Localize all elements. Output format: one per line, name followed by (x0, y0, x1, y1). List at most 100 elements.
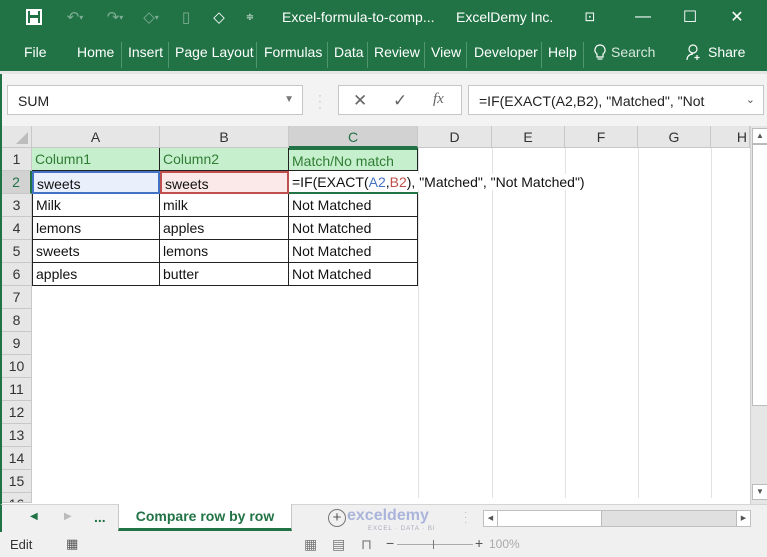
cell-a1[interactable]: Column1 (32, 148, 160, 171)
cell-c2-editing[interactable]: =IF(EXACT(A2,B2), "Matched", "Not Matche… (289, 171, 585, 194)
row-header-13[interactable]: 13 (2, 424, 32, 447)
normal-view-icon[interactable]: ▦ (304, 536, 317, 553)
row-header-5[interactable]: 5 (2, 240, 32, 263)
cell-b6[interactable]: butter (160, 263, 289, 286)
tab-review[interactable]: Review (374, 44, 420, 60)
row-header-1[interactable]: 1 (2, 148, 32, 171)
row-header-12[interactable]: 12 (2, 401, 32, 424)
more-sheets-button[interactable]: ... (94, 509, 106, 525)
customize-icon[interactable]: ≑ (244, 6, 256, 28)
cell-b4[interactable]: apples (160, 217, 289, 240)
redo-icon[interactable]: ↷ ▾ (98, 6, 132, 28)
tab-formulas[interactable]: Formulas (264, 44, 322, 60)
cell-a4[interactable]: lemons (32, 217, 160, 240)
macro-recording-icon[interactable]: ▦ (66, 536, 78, 552)
insert-function-icon[interactable]: fx (433, 91, 444, 108)
scroll-right-button[interactable]: ▶ (736, 511, 750, 526)
horizontal-scrollbar[interactable]: ◀ ▶ (483, 510, 751, 527)
formula-buttons: ✕ ✓ fx (338, 85, 462, 115)
minimize-button[interactable]: — (628, 4, 658, 30)
page-layout-view-icon[interactable]: ▤ (332, 536, 345, 553)
save-icon[interactable] (24, 6, 44, 28)
zoom-in-button[interactable]: + (475, 535, 483, 551)
horizontal-scroll-thumb[interactable] (498, 511, 602, 526)
cell-c4[interactable]: Not Matched (289, 217, 418, 240)
row-header-7[interactable]: 7 (2, 286, 32, 309)
share-button[interactable]: Share (686, 44, 745, 64)
cancel-icon[interactable]: ✕ (353, 91, 367, 111)
scroll-up-button[interactable]: ▲ (752, 128, 767, 144)
undo-icon[interactable]: ↶ ▾ (58, 6, 92, 28)
cell-b2[interactable]: sweets (160, 171, 289, 194)
cell-c1[interactable]: Match/No match (289, 148, 418, 171)
close-button[interactable]: ✕ (722, 4, 752, 30)
column-header-c[interactable]: C (289, 126, 418, 148)
cell-a5[interactable]: sweets (32, 240, 160, 263)
cell-b5[interactable]: lemons (160, 240, 289, 263)
vertical-scrollbar[interactable]: ▲ ▼ (750, 126, 767, 504)
tab-page-layout[interactable]: Page Layout (175, 44, 254, 60)
tab-home[interactable]: Home (77, 44, 114, 60)
row-header-6[interactable]: 6 (2, 263, 32, 286)
column-header-e[interactable]: E (492, 126, 565, 148)
search-button[interactable]: Search (594, 44, 655, 64)
formula-input[interactable]: =IF(EXACT(A2,B2), "Matched", "Not ⌄ (468, 85, 764, 115)
tab-file[interactable]: File (24, 44, 47, 60)
zoom-slider[interactable] (397, 544, 473, 545)
enter-icon[interactable]: ✓ (393, 91, 407, 111)
title-bar: ↶ ▾ ↷ ▾ ◇ ▾ ▯ ◇ ≑ Excel-formula-to-comp... … (0, 0, 767, 34)
row-header-11[interactable]: 11 (2, 378, 32, 401)
scroll-down-button[interactable]: ▼ (752, 484, 767, 500)
vertical-scroll-thumb[interactable] (752, 144, 767, 406)
cell-b3[interactable]: milk (160, 194, 289, 217)
cell-a2[interactable]: sweets (32, 171, 160, 194)
tab-help[interactable]: Help (548, 44, 577, 60)
tab-split-handle[interactable]: · · · (464, 508, 467, 528)
zoom-slider-thumb[interactable] (433, 540, 434, 549)
row-header-15[interactable]: 15 (2, 470, 32, 493)
column-header-d[interactable]: D (418, 126, 492, 148)
cell-a6[interactable]: apples (32, 263, 160, 286)
cell-a3[interactable]: Milk (32, 194, 160, 217)
cell-c3[interactable]: Not Matched (289, 194, 418, 217)
zoom-out-button[interactable]: − (386, 535, 394, 551)
add-sheet-button[interactable]: + (328, 509, 346, 527)
formula-text: =IF(EXACT(A2,B2), "Matched", "Not (479, 93, 705, 109)
cell-b1[interactable]: Column2 (160, 148, 289, 171)
row-header-4[interactable]: 4 (2, 217, 32, 240)
tab-insert[interactable]: Insert (128, 44, 163, 60)
tab-view[interactable]: View (431, 44, 461, 60)
cell-c5[interactable]: Not Matched (289, 240, 418, 263)
column-header-a[interactable]: A (32, 126, 160, 148)
shapes-icon[interactable]: ◇ (208, 6, 230, 28)
shapes-icon[interactable]: ◇ ▾ (134, 6, 168, 28)
tab-developer[interactable]: Developer (474, 44, 538, 60)
sheet-tab-compare-row-by-row[interactable]: Compare row by row (118, 504, 292, 531)
row-header-9[interactable]: 9 (2, 332, 32, 355)
zoom-level[interactable]: 100% (489, 537, 520, 551)
name-box[interactable]: SUM ▼ (7, 85, 303, 115)
chevron-down-icon[interactable]: ▼ (284, 94, 294, 105)
row-header-3[interactable]: 3 (2, 194, 32, 217)
row-header-8[interactable]: 8 (2, 309, 32, 332)
column-header-f[interactable]: F (565, 126, 638, 148)
expand-formula-icon[interactable]: ⌄ (746, 93, 755, 106)
column-header-b[interactable]: B (160, 126, 289, 148)
prev-sheet-icon[interactable]: ◀ (30, 511, 38, 522)
column-header-h[interactable]: H (711, 126, 750, 148)
cell-c6[interactable]: Not Matched (289, 263, 418, 286)
maximize-button[interactable]: ☐ (675, 4, 705, 30)
select-all-button[interactable] (2, 126, 32, 148)
print-preview-icon[interactable]: ▯ (176, 6, 196, 28)
row-header-14[interactable]: 14 (2, 447, 32, 470)
drag-handle[interactable]: · · · (318, 89, 322, 113)
ribbon-display-icon[interactable]: ⊡ (575, 4, 605, 30)
row-header-16[interactable]: 16 (2, 493, 32, 503)
scroll-left-button[interactable]: ◀ (484, 511, 498, 526)
row-header-10[interactable]: 10 (2, 355, 32, 378)
column-header-g[interactable]: G (638, 126, 711, 148)
page-break-view-icon[interactable]: ⊓ (361, 536, 372, 553)
tab-data[interactable]: Data (334, 44, 364, 60)
next-sheet-icon[interactable]: ▶ (64, 511, 72, 522)
row-header-2[interactable]: 2 (2, 171, 32, 194)
